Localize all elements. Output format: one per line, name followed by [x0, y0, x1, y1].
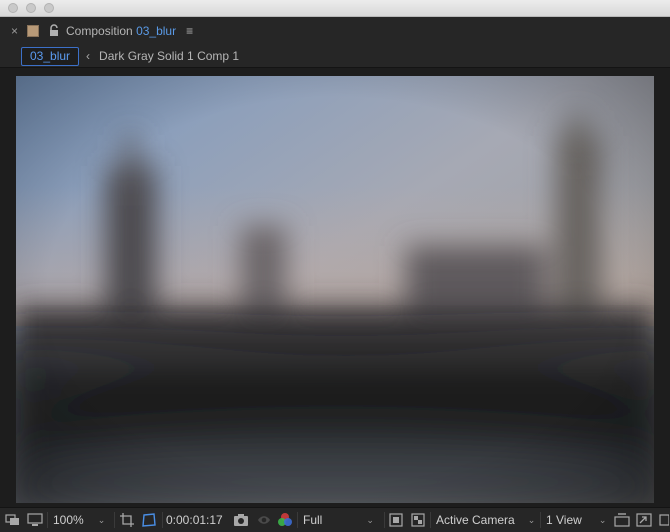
current-time-display[interactable]: 0:00:01:17 [166, 508, 223, 532]
color-channels-icon[interactable] [277, 508, 293, 532]
transparency-grid-icon[interactable] [411, 508, 425, 532]
comp-tab-active-label: 03_blur [30, 49, 71, 63]
label-color-swatch[interactable] [27, 25, 40, 37]
panel-menu-icon[interactable]: ≡ [186, 24, 193, 38]
separator [162, 512, 163, 528]
camera-snapshot-icon[interactable] [233, 508, 249, 532]
magnification-dropdown[interactable]: 100% ⌄ [53, 508, 105, 532]
chevron-down-icon: ⌄ [366, 514, 374, 525]
separator [47, 512, 48, 528]
fast-preview-icon[interactable] [636, 508, 652, 532]
comp-name: 03_blur [136, 24, 177, 38]
window-zoom-button[interactable] [44, 3, 54, 13]
timecode-value: 0:00:01:17 [166, 513, 223, 527]
panel-title-prefix: Composition [66, 24, 133, 38]
comp-breadcrumb-bar: 03_blur ‹ Dark Gray Solid 1 Comp 1 [0, 45, 670, 67]
chevron-down-icon: ⌄ [97, 514, 106, 525]
separator [114, 512, 115, 528]
region-of-interest-icon[interactable] [389, 508, 403, 532]
separator [540, 512, 541, 528]
show-snapshot-icon[interactable] [256, 508, 272, 532]
timeline-icon[interactable] [659, 508, 669, 532]
magnification-value: 100% [53, 513, 84, 527]
reset-exposure-icon[interactable] [614, 508, 630, 532]
panel-close-icon[interactable]: × [11, 24, 18, 38]
grid-guides-icon[interactable] [119, 508, 135, 532]
chevron-left-icon[interactable]: ‹ [86, 49, 90, 63]
window-minimize-button[interactable] [26, 3, 36, 13]
composition-frame[interactable] [16, 76, 654, 503]
camera-view-dropdown[interactable]: Active Camera ⌄ [436, 508, 535, 532]
separator [384, 512, 385, 528]
comp-tab-active[interactable]: 03_blur [21, 46, 80, 66]
monitor-icon[interactable] [27, 508, 43, 532]
view-layout-dropdown[interactable]: 1 View ⌄ [546, 508, 606, 532]
mask-visibility-icon[interactable] [141, 508, 157, 532]
separator [297, 512, 298, 528]
chevron-down-icon: ⌄ [598, 514, 607, 525]
composition-viewer[interactable] [0, 67, 670, 508]
always-preview-icon[interactable] [5, 508, 21, 532]
view-layout-value: 1 View [546, 513, 582, 527]
blurred-preview-image [16, 76, 654, 503]
camera-view-value: Active Camera [436, 513, 515, 527]
window-close-button[interactable] [8, 3, 18, 13]
viewer-toolbar: 100% ⌄ 0:00:01:17 Full ⌄ Active Camera ⌄… [0, 507, 670, 532]
lock-icon[interactable] [48, 24, 60, 38]
resolution-value: Full [303, 513, 323, 527]
separator [430, 512, 431, 528]
comp-tab-other[interactable]: Dark Gray Solid 1 Comp 1 [99, 49, 239, 63]
window-titlebar [0, 0, 670, 17]
panel-header: × Composition 03_blur ≡ [0, 17, 670, 45]
resolution-dropdown[interactable]: Full ⌄ [303, 508, 374, 532]
panel-title: Composition 03_blur [66, 24, 176, 38]
chevron-down-icon: ⌄ [527, 514, 536, 525]
